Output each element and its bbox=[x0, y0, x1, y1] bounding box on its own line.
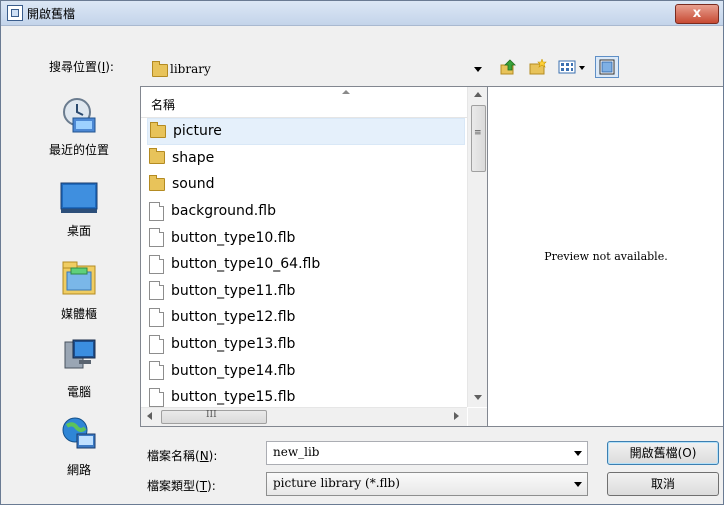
folder-icon bbox=[149, 174, 165, 191]
chevron-down-icon[interactable] bbox=[574, 482, 582, 487]
new-folder-button[interactable] bbox=[527, 57, 549, 77]
list-item[interactable]: button_type13.flb bbox=[149, 331, 465, 358]
name-column-header[interactable]: 名稱 bbox=[141, 87, 467, 118]
file-name-label: 檔案名稱(N): bbox=[147, 449, 218, 463]
folder-icon bbox=[152, 61, 168, 77]
file-type-select[interactable]: picture library (*.flb) bbox=[266, 472, 588, 496]
scroll-down-arrow[interactable] bbox=[474, 395, 482, 400]
scroll-corner bbox=[468, 408, 488, 426]
recent-places-icon bbox=[63, 98, 96, 133]
file-icon bbox=[149, 281, 164, 301]
place-libraries[interactable]: 媒體櫃 bbox=[36, 258, 122, 322]
view-menu-icon bbox=[558, 60, 585, 74]
preview-pane: Preview not available. bbox=[487, 86, 723, 427]
list-item[interactable]: button_type10_64.flb bbox=[149, 251, 465, 278]
folder-icon bbox=[150, 121, 166, 138]
scroll-up-arrow[interactable] bbox=[474, 92, 482, 97]
file-icon bbox=[149, 228, 164, 248]
place-label: 最近的位置 bbox=[48, 143, 109, 157]
list-item[interactable]: shape bbox=[149, 145, 465, 172]
list-item[interactable]: background.flb bbox=[149, 198, 465, 225]
folder-icon bbox=[149, 148, 165, 165]
file-type-label: 檔案類型(T): bbox=[147, 479, 216, 493]
view-menu-button[interactable] bbox=[557, 57, 589, 77]
place-label: 桌面 bbox=[66, 224, 91, 238]
libraries-icon bbox=[62, 261, 96, 295]
vertical-scroll-thumb[interactable]: ≡ bbox=[471, 105, 486, 172]
computer-icon bbox=[64, 339, 96, 369]
file-icon bbox=[149, 361, 164, 381]
dialog-icon bbox=[7, 5, 23, 21]
file-icon bbox=[149, 387, 164, 407]
open-button[interactable]: 開啟舊檔(O) bbox=[607, 441, 719, 465]
preview-pane-icon bbox=[599, 59, 615, 75]
look-in-value: library bbox=[170, 62, 211, 76]
file-icon bbox=[149, 254, 164, 274]
file-type-value: picture library (*.flb) bbox=[273, 476, 400, 490]
list-item[interactable]: sound bbox=[149, 171, 465, 198]
place-label: 電腦 bbox=[66, 385, 91, 399]
preview-pane-button[interactable] bbox=[595, 56, 619, 78]
up-folder-icon bbox=[500, 59, 516, 75]
list-item[interactable]: button_type14.flb bbox=[149, 357, 465, 384]
list-item[interactable]: button_type10.flb bbox=[149, 224, 465, 251]
file-rows: picture shape sound background.flb butto… bbox=[147, 118, 465, 411]
preview-message: Preview not available. bbox=[544, 250, 668, 263]
horizontal-scroll-thumb[interactable]: III bbox=[161, 410, 267, 424]
look-in-label: 搜尋位置(I): bbox=[49, 60, 114, 74]
file-icon bbox=[149, 201, 164, 221]
network-icon bbox=[62, 417, 96, 449]
file-name-field[interactable]: new_lib bbox=[266, 441, 588, 465]
look-in-combo[interactable]: library bbox=[141, 56, 488, 82]
place-computer[interactable]: 電腦 bbox=[36, 336, 122, 400]
desktop-icon bbox=[60, 182, 98, 213]
list-item[interactable]: button_type11.flb bbox=[149, 278, 465, 305]
file-icon bbox=[149, 334, 164, 354]
place-label: 網路 bbox=[66, 463, 91, 477]
scroll-right-arrow[interactable] bbox=[454, 412, 459, 420]
open-file-dialog: 開啟舊檔 x 搜尋位置(I): library 最近的位置 桌面 媒體櫃 電腦 … bbox=[0, 0, 724, 505]
place-label: 媒體櫃 bbox=[60, 307, 97, 321]
cancel-button[interactable]: 取消 bbox=[607, 472, 719, 496]
up-one-level-button[interactable] bbox=[498, 57, 518, 77]
new-folder-icon bbox=[529, 59, 547, 75]
file-icon bbox=[149, 307, 164, 327]
place-desktop[interactable]: 桌面 bbox=[36, 181, 122, 239]
chevron-down-icon[interactable] bbox=[474, 67, 482, 72]
list-item[interactable]: picture bbox=[147, 118, 465, 145]
places-bar: 最近的位置 桌面 媒體櫃 電腦 網路 bbox=[36, 96, 122, 481]
scroll-grip-icon: III bbox=[206, 410, 217, 420]
place-network[interactable]: 網路 bbox=[36, 414, 122, 478]
vertical-scrollbar[interactable]: ≡ bbox=[467, 87, 488, 407]
dialog-title: 開啟舊檔 bbox=[27, 7, 76, 21]
place-recent[interactable]: 最近的位置 bbox=[36, 96, 122, 158]
title-bar[interactable]: 開啟舊檔 x bbox=[1, 1, 723, 26]
list-item[interactable]: button_type12.flb bbox=[149, 304, 465, 331]
close-button[interactable]: x bbox=[675, 4, 719, 24]
chevron-down-icon[interactable] bbox=[574, 451, 582, 456]
file-list[interactable]: 名稱 picture shape sound background.flb bu… bbox=[140, 86, 489, 427]
file-name-value[interactable]: new_lib bbox=[273, 445, 319, 459]
scroll-grip-icon: ≡ bbox=[474, 128, 482, 138]
horizontal-scrollbar[interactable]: III bbox=[141, 407, 467, 426]
sort-ascending-icon bbox=[342, 90, 350, 94]
scroll-left-arrow[interactable] bbox=[147, 412, 152, 420]
